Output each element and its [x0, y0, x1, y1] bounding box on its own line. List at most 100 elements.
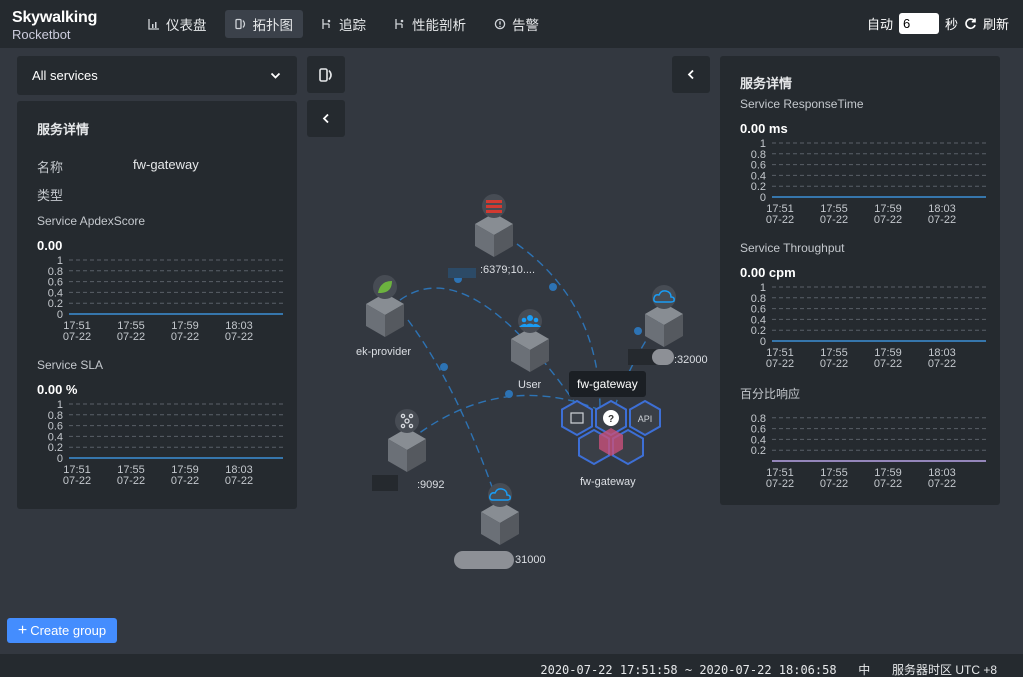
redis-node[interactable]: [475, 213, 513, 257]
toggle-topology-layout-button[interactable]: [307, 56, 345, 93]
auto-label[interactable]: 自动: [867, 14, 893, 33]
top-bar: Skywalking Rocketbot 仪表盘 拓扑图 追踪 性能剖析 告警 …: [0, 0, 1023, 48]
auto-interval-input[interactable]: [898, 13, 939, 34]
y-tick-label: 0.2: [751, 445, 766, 457]
apdex-title: Service ApdexScore: [37, 214, 146, 228]
type-label: 类型: [37, 188, 64, 203]
y-tick-label: 0.6: [48, 421, 63, 433]
language-toggle[interactable]: 中: [858, 663, 870, 677]
x-tick-label: 07-22: [63, 331, 91, 343]
y-tick-label: 0: [760, 192, 766, 204]
chevron-left-icon: [687, 69, 694, 80]
nav-alarm-label: 告警: [512, 18, 539, 33]
panel-title: 服务详情: [740, 76, 793, 91]
left-service-detail-panel: 服务详情 名称 fw-gateway 类型 Service ApdexScore…: [17, 101, 297, 509]
x-tick-label: 07-22: [874, 478, 902, 490]
footer-info: 2020-07-22 17:51:58 ~ 2020-07-22 18:06:5…: [540, 661, 997, 677]
user-node[interactable]: [511, 328, 549, 372]
main-nav: 仪表盘 拓扑图 追踪 性能剖析 告警: [138, 10, 557, 38]
node-tooltip: fw-gateway: [569, 371, 646, 397]
sla-title: Service SLA: [37, 358, 104, 372]
nav-dashboard[interactable]: 仪表盘: [138, 10, 217, 38]
y-tick-label: 0.6: [48, 277, 63, 289]
ek-provider-node[interactable]: [366, 293, 404, 337]
time-range[interactable]: 2020-07-22 17:51:58 ~ 2020-07-22 18:06:5…: [540, 663, 836, 677]
x-tick-label: 07-22: [171, 475, 199, 487]
nav-profile[interactable]: 性能剖析: [384, 10, 476, 38]
collapse-right-panel-button[interactable]: [672, 56, 710, 93]
seconds-label: 秒: [944, 17, 958, 32]
chevron-down-icon: [270, 72, 281, 79]
footer-bar: 2020-07-22 17:51:58 ~ 2020-07-22 18:06:5…: [0, 654, 1023, 677]
nav-trace-label: 追踪: [339, 18, 366, 33]
y-tick-label: 0.8: [48, 266, 63, 278]
right-service-detail-panel: 服务详情 Service ResponseTime 0.00 ms 0 0.2 0.…: [720, 56, 1000, 505]
y-tick-label: 0.2: [48, 442, 63, 454]
node-32000-label: :32000: [674, 354, 708, 366]
auto-refresh-controls: 自动 秒 刷新: [867, 13, 1009, 34]
redis-icon: [486, 200, 502, 213]
chevron-left-icon: [322, 113, 329, 124]
y-tick-label: 1: [57, 255, 63, 267]
create-group-button[interactable]: + Create group: [7, 618, 117, 643]
y-tick-label: 0.2: [751, 181, 766, 193]
plus-icon: +: [17, 621, 28, 639]
y-tick-label: 1: [760, 138, 766, 150]
user-label: User: [518, 379, 542, 391]
refresh-button[interactable]: 刷新: [983, 14, 1009, 33]
y-tick-label: 0.2: [48, 298, 63, 310]
redis-node-label: :6379;10....: [480, 264, 536, 276]
y-tick-label: 0.6: [751, 160, 766, 172]
x-tick-label: 07-22: [766, 214, 794, 226]
y-tick-label: 0: [760, 336, 766, 348]
x-tick-label: 07-22: [820, 214, 848, 226]
profile-icon: [395, 19, 404, 29]
x-tick-label: 07-22: [766, 358, 794, 370]
y-tick-label: 0.4: [48, 287, 63, 299]
y-tick-label: 0.8: [48, 410, 63, 422]
create-group-label: Create group: [30, 623, 107, 638]
nav-trace[interactable]: 追踪: [311, 10, 376, 38]
cloud-icon: [489, 488, 511, 501]
y-tick-label: 0.6: [751, 304, 766, 316]
kafka-icon: [400, 413, 414, 429]
gateway-node[interactable]: ? API: [561, 400, 661, 465]
topology-icon: [319, 67, 332, 82]
x-tick-label: 07-22: [928, 478, 956, 490]
y-tick-label: 0: [57, 453, 63, 465]
gateway-label: fw-gateway: [580, 476, 636, 488]
refresh-icon[interactable]: [964, 17, 977, 30]
percentile-title: 百分比响应: [740, 387, 801, 401]
y-tick-label: 0.8: [751, 293, 766, 305]
response-time-title: Service ResponseTime: [740, 97, 864, 111]
x-tick-label: 07-22: [766, 478, 794, 490]
y-tick-label: 0: [57, 309, 63, 321]
service-select[interactable]: All services: [17, 56, 297, 95]
x-tick-label: 07-22: [171, 331, 199, 343]
nav-alarm[interactable]: 告警: [484, 10, 549, 38]
y-tick-label: 0.4: [751, 434, 766, 446]
kafka-node[interactable]: [388, 428, 426, 472]
response-time-value: 0.00 ms: [740, 121, 788, 136]
svg-text:API: API: [638, 414, 653, 424]
collapse-left-panel-button[interactable]: [307, 100, 345, 137]
dashboard-icon: [148, 19, 159, 30]
spring-icon: [378, 281, 392, 293]
nav-topology-label: 拓扑图: [252, 18, 294, 33]
node-31000[interactable]: [481, 501, 519, 545]
sla-value: 0.00 %: [37, 382, 78, 397]
throughput-title: Service Throughput: [740, 241, 845, 255]
sla-chart: 00.20.40.60.8117:5107-2217:5507-2217:590…: [48, 399, 283, 487]
nav-dashboard-label: 仪表盘: [166, 18, 207, 33]
node-32000[interactable]: [645, 303, 683, 347]
name-label: 名称: [37, 160, 64, 175]
nav-topology[interactable]: 拓扑图: [224, 10, 303, 38]
x-tick-label: 07-22: [928, 214, 956, 226]
x-tick-label: 07-22: [225, 331, 253, 343]
x-tick-label: 07-22: [820, 358, 848, 370]
y-tick-label: 0.6: [751, 424, 766, 436]
svg-text:?: ?: [608, 414, 614, 425]
y-tick-label: 0.8: [751, 413, 766, 425]
y-tick-label: 1: [760, 282, 766, 294]
node-31000-label: 31000: [515, 554, 546, 566]
